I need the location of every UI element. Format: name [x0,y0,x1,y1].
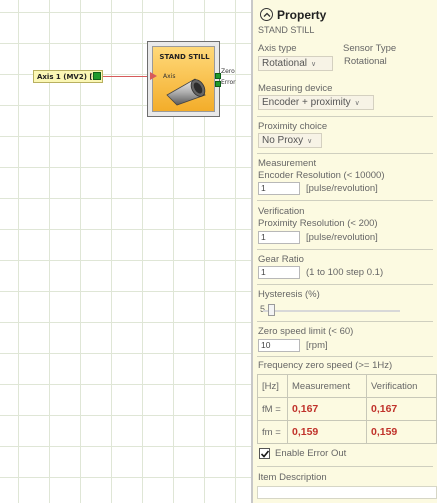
block-title: STAND STILL [159,53,210,61]
divider [257,116,433,117]
gear-ratio-input[interactable]: 1 [258,266,300,279]
measuring-device-label: Measuring device [258,83,333,94]
proximity-unit: [pulse/revolution] [306,232,378,243]
output-pin-error: Error [221,79,236,86]
measurement-value: 0,167 [287,397,367,421]
proximity-resolution-input[interactable]: 1 [258,231,300,244]
item-description-input[interactable] [257,486,437,499]
collapse-icon[interactable] [260,8,273,21]
divider [257,356,433,357]
divider [257,249,433,250]
row-label: fM = [257,397,288,421]
hysteresis-value: 5 [260,304,266,314]
panel-subtitle: STAND STILL [258,25,315,35]
table-header-cell: Verification [366,374,437,398]
divider [257,153,433,154]
encoder-unit: [pulse/revolution] [306,183,378,194]
item-description-label: Item Description [258,472,327,483]
table-header-row: [Hz] Measurement Verification [257,374,437,398]
hysteresis-slider-handle[interactable] [268,304,275,316]
enable-error-out-label: Enable Error Out [275,448,347,459]
sensor-type-label: Sensor Type [343,43,397,54]
input-arrow-icon [150,72,157,80]
table-header-cell: Measurement [287,374,367,398]
zero-speed-input[interactable]: 10 [258,339,300,352]
table-row: fm = 0,159 0,159 [257,420,437,444]
divider [257,284,433,285]
measurement-value: 0,159 [287,420,367,444]
proximity-choice-select[interactable]: No Proxy ∨ [258,133,322,148]
schematic-canvas[interactable]: Axis 1 (MV2) [0] STAND STILL Axis Zero E… [0,0,253,503]
property-panel: Property STAND STILL Axis type Sensor Ty… [253,0,437,503]
stand-still-block-body: STAND STILL [152,46,215,112]
hysteresis-label: Hysteresis (%) [258,289,320,300]
measurement-label: Measurement [258,158,317,169]
gear-ratio-label: Gear Ratio [258,254,304,265]
chevron-down-icon: ∨ [311,61,317,68]
proximity-choice-label: Proximity choice [258,121,328,132]
gear-ratio-hint: (1 to 100 step 0.1) [306,267,384,278]
panel-title: Property [277,8,327,22]
encoder-resolution-input[interactable]: 1 [258,182,300,195]
hysteresis-slider-track[interactable] [263,310,400,312]
chevron-down-icon: ∨ [307,138,313,145]
checkmark-icon [260,450,270,458]
axis-type-label: Axis type [258,43,297,54]
frequency-label: Frequency zero speed (>= 1Hz) [258,360,393,371]
verification-value: 0,159 [366,420,437,444]
divider [257,466,433,467]
output-pin-zero: Zero [221,68,235,75]
frequency-table: [Hz] Measurement Verification fM = 0,167… [257,374,437,444]
chevron-down-icon: ∨ [354,100,360,107]
input-pin-axis: Axis [163,73,176,80]
axis-input-label: Axis 1 (MV2) [0] [37,73,101,81]
encoder-resolution-label: Encoder Resolution (< 10000) [258,170,385,181]
table-header-cell: [Hz] [257,374,288,398]
measuring-device-select[interactable]: Encoder + proximity ∨ [258,95,374,110]
table-row: fM = 0,167 0,167 [257,397,437,421]
axis-type-select[interactable]: Rotational ∨ [258,56,333,71]
verification-label: Verification [258,206,305,217]
row-label: fm = [257,420,288,444]
sensor-type-value: Rotational [344,56,387,67]
divider [257,200,433,201]
axis-output-port[interactable] [93,72,101,80]
divider [257,321,433,322]
enable-error-out-checkbox[interactable] [259,448,270,459]
zero-speed-label: Zero speed limit (< 60) [258,326,354,337]
proximity-resolution-label: Proximity Resolution (< 200) [258,218,378,229]
verification-value: 0,167 [366,397,437,421]
zero-speed-unit: [rpm] [306,340,328,351]
